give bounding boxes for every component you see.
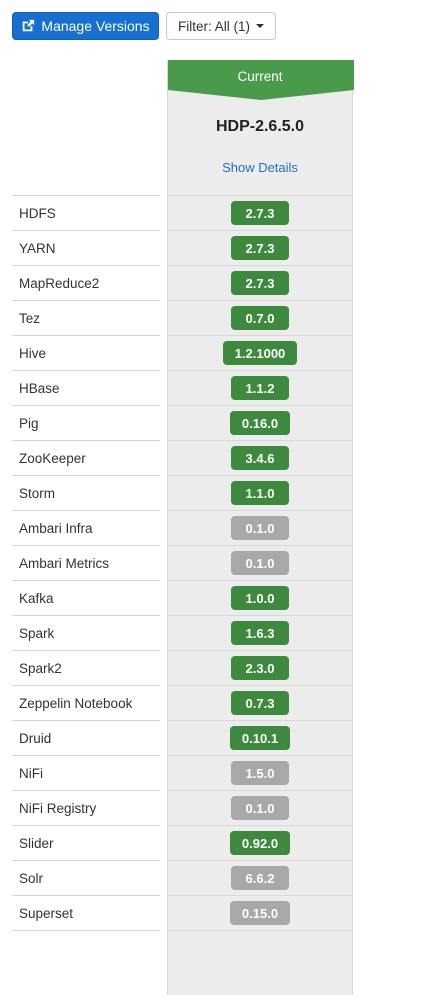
current-header: Current: [168, 60, 354, 100]
service-name-row: Superset: [12, 895, 160, 930]
version-cell: 2.3.0: [168, 650, 352, 685]
service-name-row: ZooKeeper: [12, 440, 160, 475]
version-cell: 0.1.0: [168, 790, 352, 825]
version-badge: 1.5.0: [231, 761, 289, 785]
version-cell: 0.15.0: [168, 895, 352, 930]
service-name-row: Storm: [12, 475, 160, 510]
version-badge: 0.1.0: [231, 551, 289, 575]
service-name-row: HBase: [12, 370, 160, 405]
show-details-link[interactable]: Show Details: [168, 160, 352, 175]
version-cell: 2.7.3: [168, 265, 352, 300]
service-name-row: Tez: [12, 300, 160, 335]
version-cell: 0.7.0: [168, 300, 352, 335]
manage-versions-button[interactable]: Manage Versions: [12, 12, 159, 40]
version-cell: 0.1.0: [168, 510, 352, 545]
version-cell: 1.1.0: [168, 475, 352, 510]
service-name-row: Spark: [12, 615, 160, 650]
service-name-row: Ambari Metrics: [12, 545, 160, 580]
version-cell: 2.7.3: [168, 230, 352, 265]
filter-label: Filter: All (1): [177, 18, 250, 34]
version-cell: 6.6.2: [168, 860, 352, 895]
version-cell: 1.1.2: [168, 370, 352, 405]
service-name-row: NiFi: [12, 755, 160, 790]
column-divider: [168, 930, 352, 931]
version-badge: 0.1.0: [231, 796, 289, 820]
version-cell: 3.4.6: [168, 440, 352, 475]
manage-versions-label: Manage Versions: [41, 18, 150, 34]
version-badge: 0.92.0: [229, 831, 291, 855]
service-name-row: Zeppelin Notebook: [12, 685, 160, 720]
version-badge: 2.7.3: [231, 271, 289, 295]
version-badge: 2.7.3: [231, 236, 289, 260]
external-link-icon: [23, 19, 35, 32]
service-name-row: Solr: [12, 860, 160, 895]
version-cell: 1.5.0: [168, 755, 352, 790]
version-cell: 1.2.1000: [168, 335, 352, 370]
version-cell: 1.0.0: [168, 580, 352, 615]
version-badge: 2.3.0: [231, 656, 289, 680]
version-cell: 0.10.1: [168, 720, 352, 755]
version-badge: 0.16.0: [229, 411, 291, 435]
current-label: Current: [237, 68, 283, 84]
stack-version-name: HDP-2.6.5.0: [215, 118, 305, 135]
filter-dropdown[interactable]: Filter: All (1): [166, 12, 276, 40]
service-name-row: Hive: [12, 335, 160, 370]
caret-down-icon: [256, 24, 264, 28]
current-version-column: Current HDP-2.6.5.0 Show Details 2.7.3 2.…: [167, 60, 354, 995]
version-cell: 2.7.3: [168, 195, 352, 230]
list-divider: [12, 930, 160, 931]
version-badge: 2.7.3: [231, 201, 289, 225]
service-name-row: Ambari Infra: [12, 510, 160, 545]
version-badge: 1.6.3: [231, 621, 289, 645]
version-cell: 0.7.3: [168, 685, 352, 720]
version-badge: 0.15.0: [229, 901, 291, 925]
version-badge: 0.1.0: [231, 516, 289, 540]
version-badge: 6.6.2: [231, 866, 289, 890]
service-name-row: YARN: [12, 230, 160, 265]
version-badge: 1.1.2: [231, 376, 289, 400]
version-cell: 0.16.0: [168, 405, 352, 440]
service-name-row: Spark2: [12, 650, 160, 685]
service-name-row: Slider: [12, 825, 160, 860]
version-badge: 0.10.1: [229, 726, 291, 750]
version-badge: 0.7.0: [231, 306, 289, 330]
version-cell: 0.1.0: [168, 545, 352, 580]
version-badge: 3.4.6: [231, 446, 289, 470]
service-name-row: HDFS: [12, 195, 160, 230]
version-badge: 0.7.3: [231, 691, 289, 715]
service-name-row: Kafka: [12, 580, 160, 615]
service-name-row: MapReduce2: [12, 265, 160, 300]
version-badge: 1.0.0: [231, 586, 289, 610]
version-cell: 1.6.3: [168, 615, 352, 650]
version-badge: 1.2.1000: [222, 341, 298, 365]
service-name-row: Pig: [12, 405, 160, 440]
service-name-row: Druid: [12, 720, 160, 755]
service-name-row: NiFi Registry: [12, 790, 160, 825]
version-cell: 0.92.0: [168, 825, 352, 860]
version-badge: 1.1.0: [231, 481, 289, 505]
